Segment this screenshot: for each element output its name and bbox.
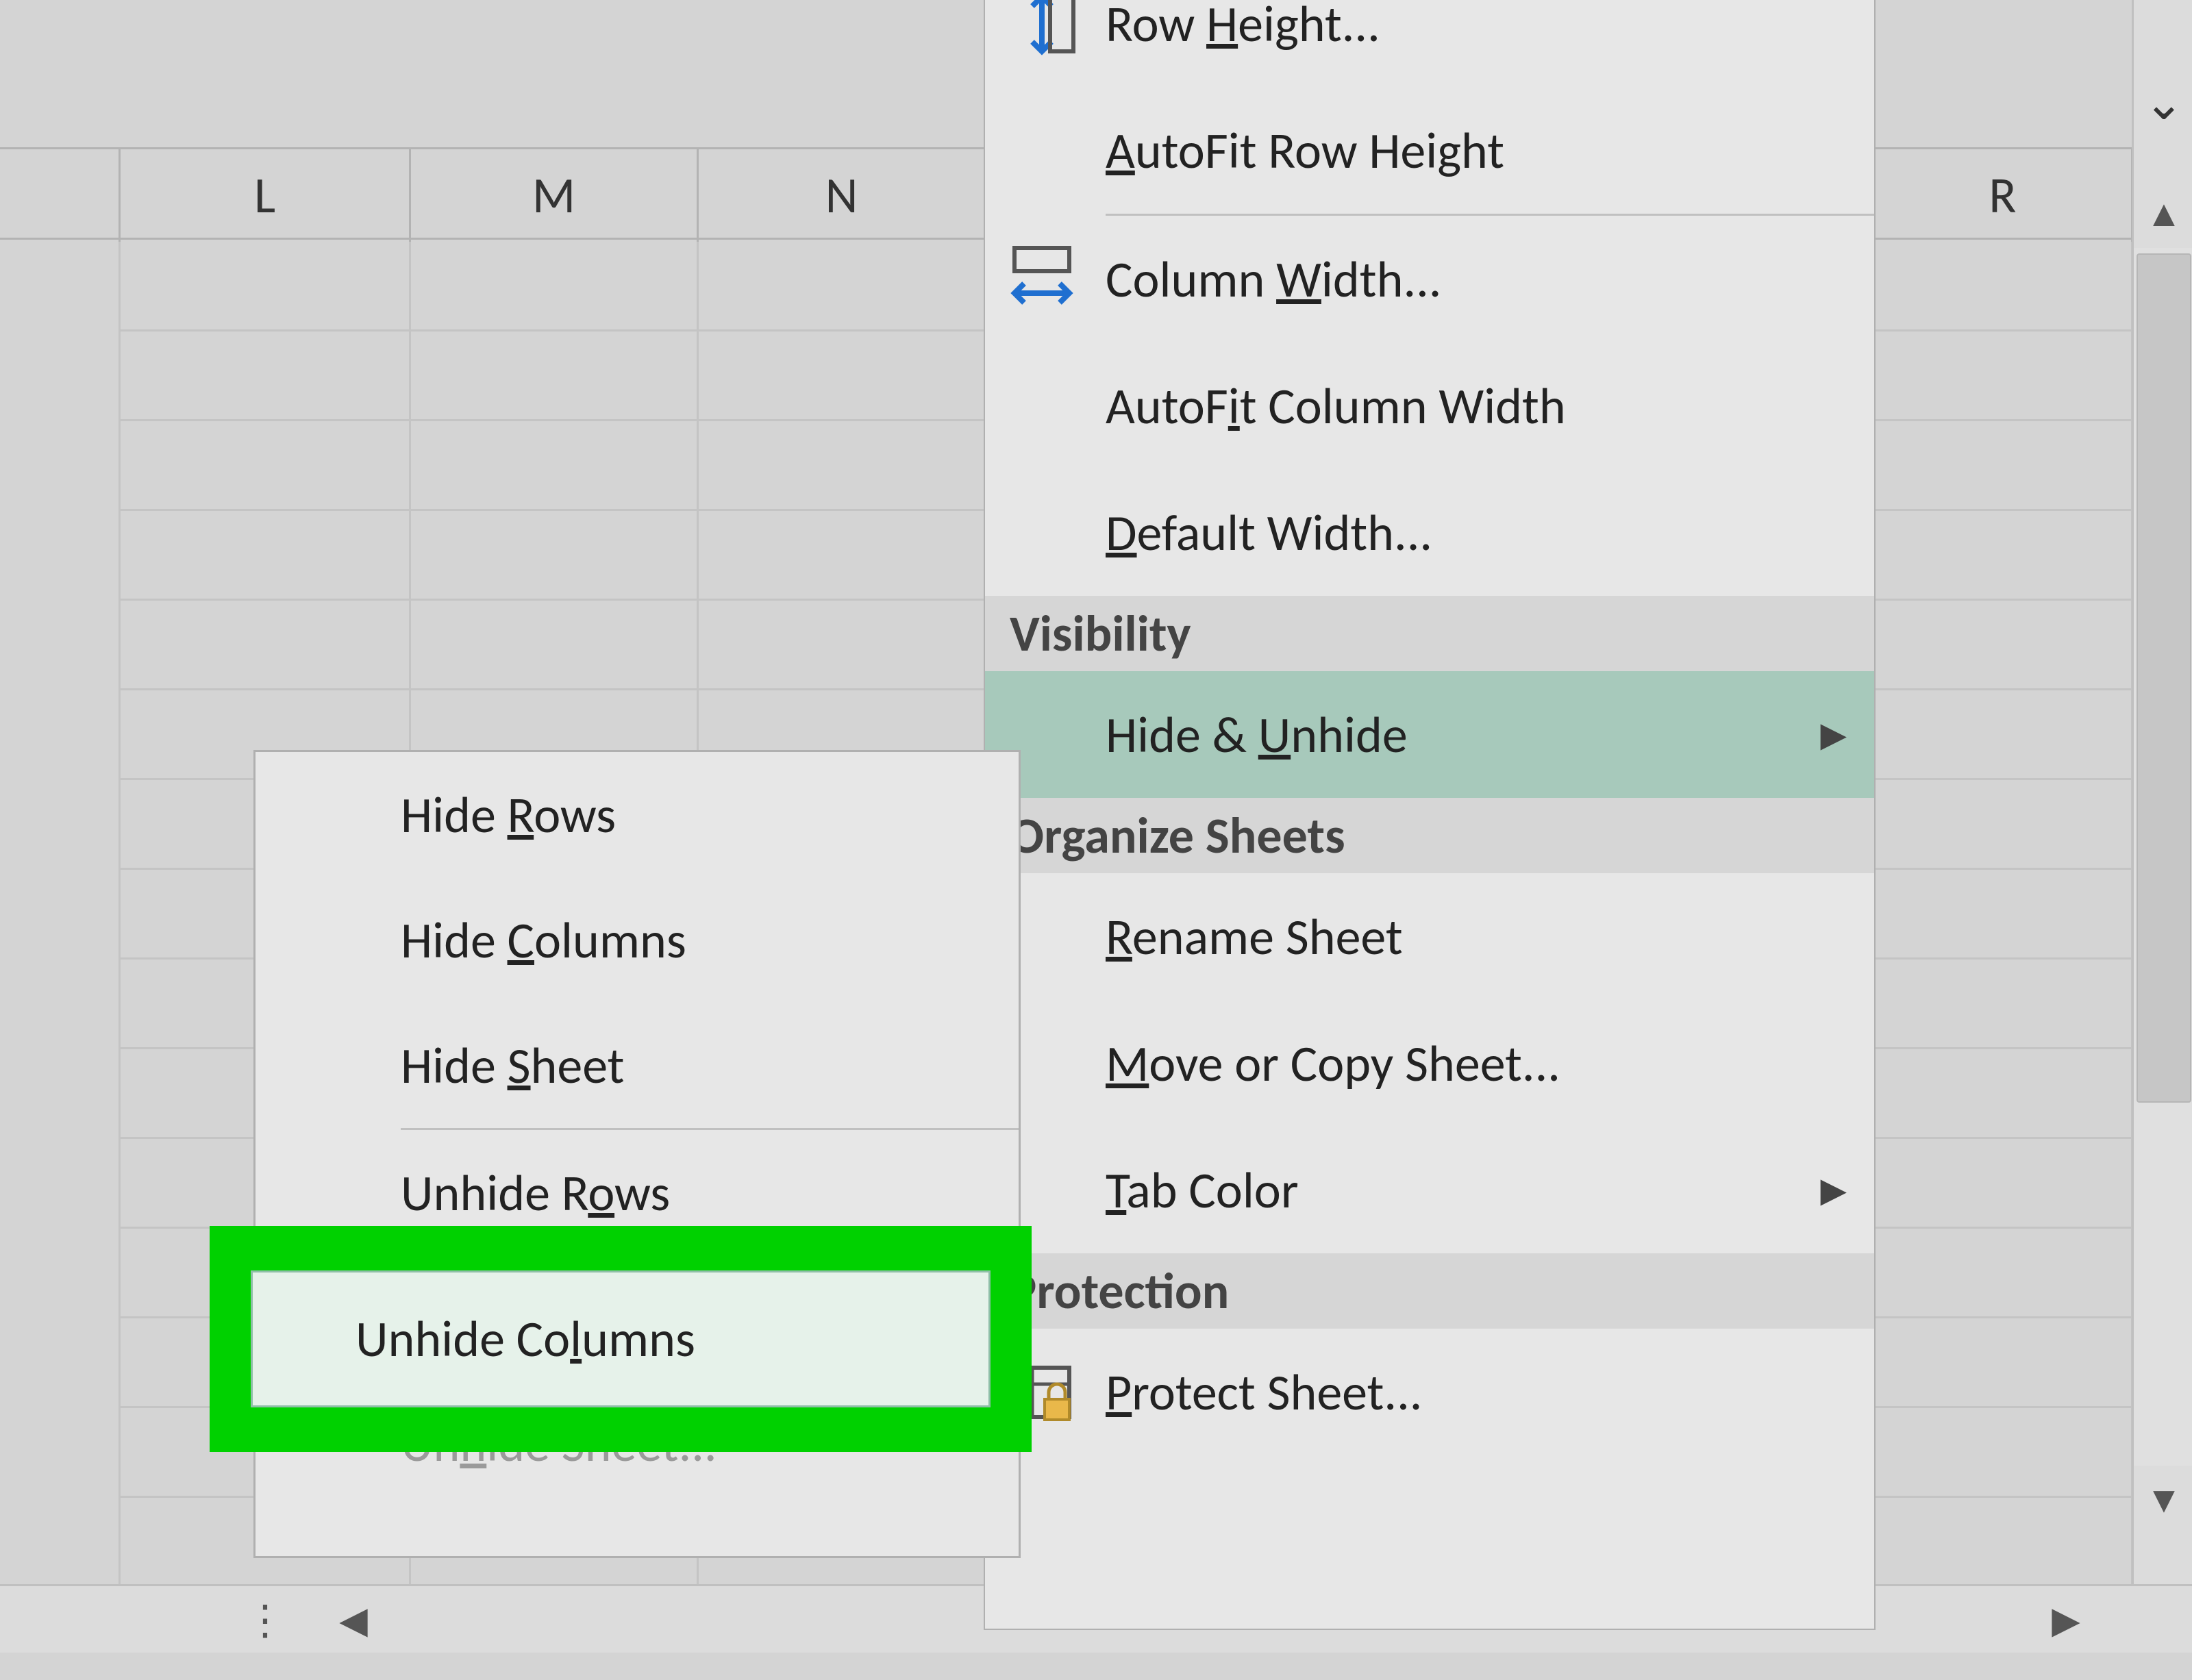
menu-label: Rename Sheet — [1106, 906, 1403, 968]
menu-label: Default Width... — [1106, 502, 1432, 564]
menu-label: Hide Rows — [401, 784, 616, 846]
menu-default-width[interactable]: Default Width... — [985, 469, 1874, 596]
menu-row-height[interactable]: Row Height... — [985, 0, 1874, 87]
vertical-scrollbar[interactable]: ⌄ ▲ ▼ — [2132, 0, 2192, 1653]
menu-label: Unhide Rows — [401, 1162, 670, 1224]
scroll-down-button[interactable]: ▼ — [2134, 1466, 2192, 1534]
menu-label: Hide Columns — [401, 910, 686, 971]
menu-label: Tab Color — [1106, 1159, 1299, 1221]
submenu-arrow-icon: ▶ — [1821, 1169, 1847, 1211]
menu-label: Hide & Unhide — [1106, 704, 1408, 766]
scroll-left-button[interactable]: ◀ — [319, 1586, 388, 1655]
submenu-arrow-icon: ▶ — [1821, 714, 1847, 755]
menu-label: Move or Copy Sheet... — [1106, 1033, 1560, 1094]
format-menu: Row Height... AutoFit Row Height Column … — [984, 0, 1876, 1630]
menu-autofit-column-width[interactable]: AutoFit Column Width — [985, 342, 1874, 469]
menu-heading-visibility: Visibility — [985, 596, 1874, 671]
select-all-corner[interactable] — [0, 149, 121, 242]
menu-move-or-copy-sheet[interactable]: Move or Copy Sheet... — [985, 1000, 1874, 1127]
column-header-N[interactable]: N — [699, 149, 986, 242]
submenu-hide-rows[interactable]: Hide Rows — [256, 752, 1019, 877]
submenu-hide-columns[interactable]: Hide Columns — [256, 877, 1019, 1003]
ribbon-expand-icon[interactable]: ⌄ — [2134, 62, 2192, 144]
menu-autofit-row-height[interactable]: AutoFit Row Height — [985, 87, 1874, 214]
sheet-tab-options-icon[interactable]: ⋮ — [234, 1586, 289, 1655]
column-header-M[interactable]: M — [411, 149, 699, 242]
menu-label: Protect Sheet... — [1106, 1362, 1422, 1423]
column-header-L[interactable]: L — [121, 149, 411, 242]
menu-heading-organize: Organize Sheets — [985, 798, 1874, 873]
worksheet: L M N R ⌄ ▲ ▼ ⋮ ◀ ▶ — [0, 0, 2192, 1653]
menu-label: AutoFit Row Height — [1106, 120, 1504, 181]
scroll-right-button[interactable]: ▶ — [2032, 1586, 2100, 1655]
highlight-box: Unhide Columns — [210, 1226, 1032, 1452]
column-width-icon — [1004, 242, 1080, 317]
menu-label: Column Width... — [1106, 249, 1442, 310]
menu-protect-sheet[interactable]: Protect Sheet... — [985, 1329, 1874, 1455]
menu-rename-sheet[interactable]: Rename Sheet — [985, 873, 1874, 1000]
column-header-R[interactable]: R — [1874, 149, 2133, 242]
menu-hide-and-unhide[interactable]: Hide & Unhide ▶ — [985, 671, 1874, 798]
submenu-unhide-columns[interactable]: Unhide Columns — [251, 1270, 991, 1407]
submenu-hide-sheet[interactable]: Hide Sheet — [256, 1003, 1019, 1128]
menu-heading-protection: Protection — [985, 1253, 1874, 1329]
menu-tab-color[interactable]: Tab Color ▶ — [985, 1127, 1874, 1253]
menu-label: Row Height... — [1106, 0, 1380, 55]
menu-label: Hide Sheet — [401, 1035, 624, 1096]
menu-label: AutoFit Column Width — [1106, 375, 1566, 437]
row-height-icon — [1004, 0, 1080, 62]
scroll-up-button[interactable]: ▲ — [2134, 179, 2192, 248]
scroll-thumb[interactable] — [2137, 253, 2191, 1103]
menu-column-width[interactable]: Column Width... — [985, 216, 1874, 342]
menu-label: Unhide Columns — [356, 1308, 695, 1370]
